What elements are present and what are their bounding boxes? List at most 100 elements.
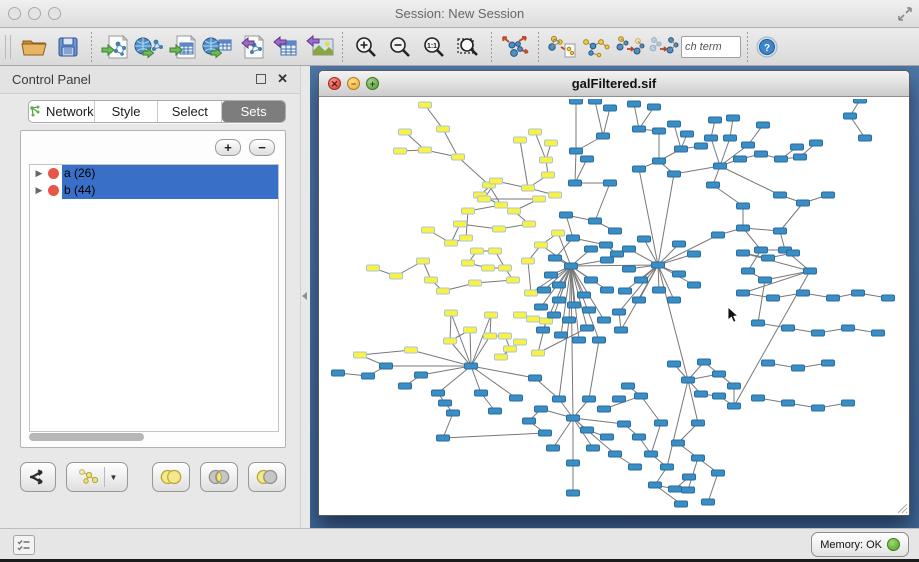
graph-edge[interactable]: [595, 183, 610, 221]
task-history-button[interactable]: [13, 535, 35, 555]
graph-edge[interactable]: [458, 157, 489, 185]
graph-node-yellow[interactable]: [464, 327, 477, 333]
graph-node-blue[interactable]: [695, 143, 708, 149]
graph-node-blue[interactable]: [553, 297, 566, 303]
network-graph[interactable]: [329, 99, 899, 511]
memory-status-button[interactable]: Memory: OK: [811, 532, 909, 557]
resize-grip[interactable]: [894, 500, 908, 514]
graph-node-blue[interactable]: [553, 282, 566, 288]
graph-node-blue[interactable]: [791, 144, 804, 150]
help-button[interactable]: ?: [754, 31, 780, 63]
graph-node-blue[interactable]: [362, 373, 375, 379]
graph-node-blue[interactable]: [752, 395, 765, 401]
import-table-file-button[interactable]: [166, 31, 200, 63]
graph-node-yellow[interactable]: [445, 310, 458, 316]
graph-node-blue[interactable]: [633, 297, 646, 303]
graph-node-blue[interactable]: [555, 332, 568, 338]
graph-node-blue[interactable]: [759, 277, 772, 283]
graph-edge[interactable]: [658, 235, 718, 265]
graph-edge[interactable]: [470, 330, 471, 366]
scrollbar-thumb[interactable]: [29, 433, 144, 441]
graph-node-blue[interactable]: [415, 372, 428, 378]
graph-node-blue[interactable]: [692, 455, 705, 461]
graph-node-yellow[interactable]: [525, 290, 538, 296]
graph-edge[interactable]: [443, 413, 453, 438]
zoom-out-button[interactable]: [383, 31, 417, 63]
graph-node-yellow[interactable]: [514, 339, 527, 345]
graph-node-blue[interactable]: [618, 421, 631, 427]
graph-node-yellow[interactable]: [540, 157, 553, 163]
graph-node-yellow[interactable]: [490, 178, 503, 184]
graph-node-blue[interactable]: [609, 228, 622, 234]
graph-node-yellow[interactable]: [542, 172, 555, 178]
graph-node-blue[interactable]: [844, 113, 857, 119]
network-view-window[interactable]: ✕ − + galFiltered.sif: [318, 70, 910, 516]
graph-node-yellow[interactable]: [485, 312, 498, 318]
graph-edge[interactable]: [603, 108, 610, 136]
graph-node-blue[interactable]: [742, 268, 755, 274]
select-first-neighbors-button[interactable]: [579, 31, 613, 63]
graph-node-blue[interactable]: [633, 166, 646, 172]
graph-node-blue[interactable]: [713, 371, 726, 377]
set-label[interactable]: b (44): [62, 182, 278, 199]
graph-edge[interactable]: [639, 169, 658, 265]
horizontal-scrollbar[interactable]: [29, 433, 279, 441]
graph-node-blue[interactable]: [737, 225, 750, 231]
graph-node-blue[interactable]: [623, 246, 636, 252]
graph-node-blue[interactable]: [713, 393, 726, 399]
close-panel-icon[interactable]: ✕: [277, 71, 288, 87]
graph-node-blue[interactable]: [535, 406, 548, 412]
graph-node-yellow[interactable]: [514, 312, 527, 318]
graph-node-blue[interactable]: [565, 263, 578, 269]
export-network-button[interactable]: [234, 31, 268, 63]
graph-node-yellow[interactable]: [445, 240, 458, 246]
graph-node-yellow[interactable]: [460, 235, 473, 241]
graph-node-blue[interactable]: [567, 415, 580, 421]
zoom-actual-size-button[interactable]: 1:1: [417, 31, 451, 63]
graph-node-blue[interactable]: [728, 383, 741, 389]
graph-node-blue[interactable]: [570, 99, 583, 104]
graph-node-blue[interactable]: [767, 295, 780, 301]
graph-edge[interactable]: [443, 129, 458, 157]
graph-edge[interactable]: [711, 138, 720, 166]
copy-selection-to-network-button[interactable]: [613, 31, 647, 63]
graph-node-blue[interactable]: [573, 337, 586, 343]
graph-node-blue[interactable]: [827, 295, 840, 301]
graph-node-blue[interactable]: [598, 317, 611, 323]
graph-edge[interactable]: [674, 124, 681, 149]
graph-edge[interactable]: [651, 423, 661, 454]
graph-node-blue[interactable]: [587, 445, 600, 451]
graph-edge[interactable]: [688, 380, 698, 423]
graph-node-blue[interactable]: [705, 135, 718, 141]
graph-node-blue[interactable]: [439, 400, 452, 406]
graph-node-blue[interactable]: [583, 396, 596, 402]
graph-node-blue[interactable]: [593, 337, 606, 343]
graph-node-blue[interactable]: [633, 126, 646, 132]
graph-node-blue[interactable]: [547, 445, 560, 451]
expander-triangle-icon[interactable]: ▶: [30, 185, 48, 196]
graph-node-blue[interactable]: [447, 410, 460, 416]
union-sets-button[interactable]: [152, 462, 190, 492]
graph-node-blue[interactable]: [688, 251, 701, 257]
graph-node-yellow[interactable]: [469, 280, 482, 286]
graph-node-blue[interactable]: [737, 290, 750, 296]
split-sets-button[interactable]: [20, 462, 56, 492]
graph-node-blue[interactable]: [842, 400, 855, 406]
graph-node-blue[interactable]: [683, 474, 696, 480]
graph-edge[interactable]: [575, 159, 587, 183]
graph-node-blue[interactable]: [529, 375, 542, 381]
graph-edge[interactable]: [571, 265, 658, 266]
graph-node-yellow[interactable]: [419, 102, 432, 108]
graph-node-yellow[interactable]: [437, 126, 450, 132]
graph-node-blue[interactable]: [585, 277, 598, 283]
graph-edge[interactable]: [535, 132, 546, 160]
tab-sets[interactable]: Sets: [222, 101, 285, 122]
set-label[interactable]: a (26): [62, 165, 278, 182]
graph-node-blue[interactable]: [742, 142, 755, 148]
graph-node-yellow[interactable]: [532, 350, 545, 356]
graph-edge[interactable]: [573, 418, 624, 424]
zoom-in-button[interactable]: [349, 31, 383, 63]
graph-node-blue[interactable]: [465, 363, 478, 369]
graph-edge[interactable]: [471, 366, 535, 378]
graph-node-blue[interactable]: [728, 403, 741, 409]
